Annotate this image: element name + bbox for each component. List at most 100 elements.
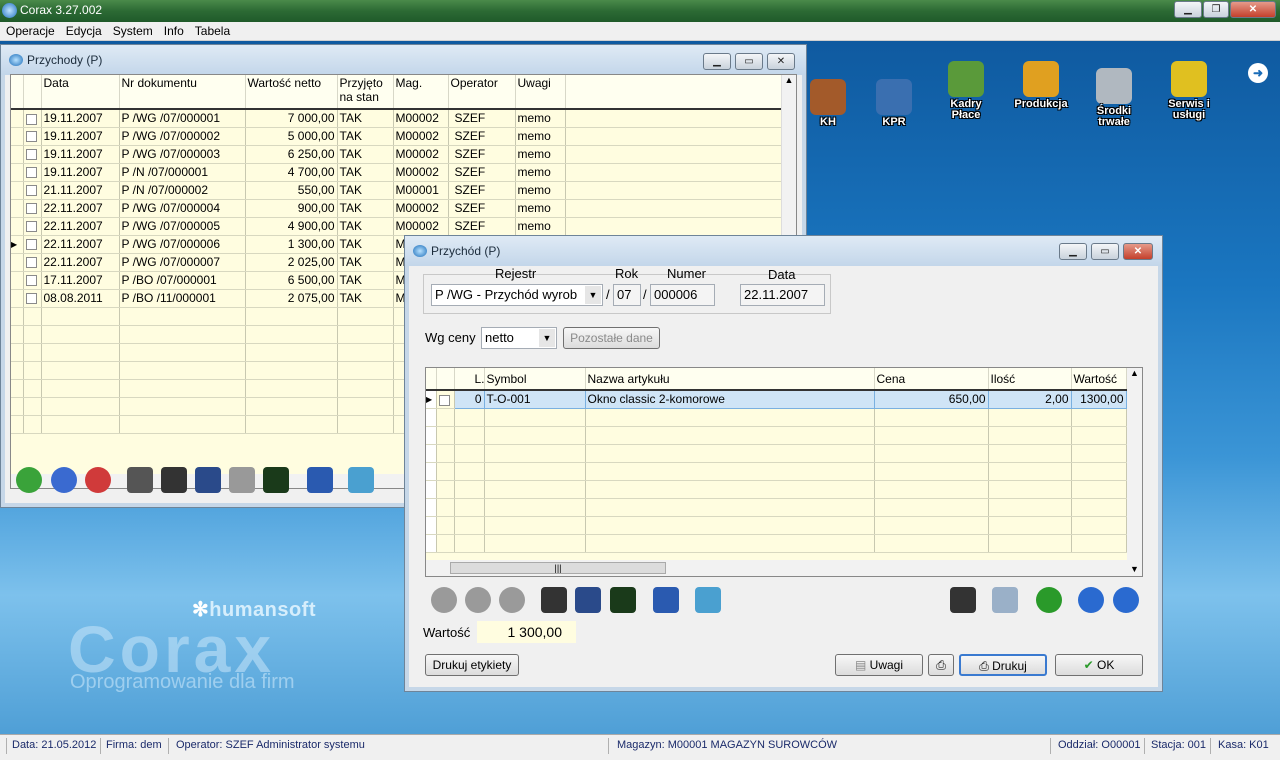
rejestr-select[interactable]: P /WG - Przychód wyrob ▼ <box>431 284 603 306</box>
table-row[interactable]: 19.11.2007 P /N /07/000001 4 700,00 TAK M000… <box>11 163 783 182</box>
table-row[interactable]: 22.11.2007 P /WG /07/000004 900,00 TAK M0000… <box>11 199 783 218</box>
delete-icon[interactable] <box>499 587 525 613</box>
desktop-icon-money-hand[interactable]: Kadry Płace <box>935 61 997 121</box>
column-header[interactable]: Przyjęto na stan <box>337 75 394 109</box>
close-button[interactable]: ✕ <box>1123 243 1153 260</box>
wg-ceny-select[interactable]: netto ▼ <box>481 327 557 349</box>
desktop-icon-truck[interactable]: Środki trwałe <box>1083 68 1145 128</box>
last-record-icon[interactable] <box>1113 587 1139 613</box>
search-icon[interactable] <box>51 467 77 493</box>
column-header[interactable]: Mag. <box>393 75 449 109</box>
add-icon[interactable] <box>16 467 42 493</box>
row-checkbox[interactable] <box>438 394 450 406</box>
vertical-scrollbar[interactable]: ▲ ▼ <box>1127 368 1142 576</box>
calendar-icon[interactable] <box>195 467 221 493</box>
desktop-icon-drill[interactable]: Serwis i usługi <box>1158 61 1220 121</box>
horizontal-scrollbar[interactable]: ||| <box>426 560 1128 576</box>
table-cell <box>585 462 875 481</box>
wg-ceny-label: Wg ceny <box>425 330 476 345</box>
drukuj-etykiety-button[interactable]: Drukuj etykiety <box>425 654 519 676</box>
printer-icon: ⎙ <box>936 658 946 672</box>
table-cell <box>245 379 338 398</box>
desktop-icon-worker[interactable]: Produkcja <box>1010 61 1072 110</box>
row-checkbox[interactable] <box>25 239 37 251</box>
chart-icon[interactable] <box>348 467 374 493</box>
row-checkbox[interactable] <box>25 257 37 269</box>
chevron-down-icon[interactable]: ▼ <box>539 329 555 347</box>
search-icon[interactable] <box>465 587 491 613</box>
close-button[interactable]: ✕ <box>1230 1 1276 18</box>
menu-info[interactable]: Info <box>158 22 189 38</box>
column-header[interactable]: Data <box>41 75 120 109</box>
row-checkbox[interactable] <box>25 113 37 125</box>
minimize-button[interactable]: ▁ <box>1174 1 1202 18</box>
column-header[interactable]: Operator <box>448 75 516 109</box>
column-header[interactable]: L.p. <box>454 368 485 390</box>
table-row[interactable]: 19.11.2007 P /WG /07/000003 6 250,00 TAK M00… <box>11 145 783 164</box>
rok-field[interactable]: 07 <box>613 284 641 306</box>
row-checkbox[interactable] <box>25 275 37 287</box>
copy-icon[interactable] <box>992 587 1018 613</box>
pozostale-dane-button[interactable]: Pozostałe dane <box>563 327 660 349</box>
table-cell <box>988 408 1072 427</box>
restore-button[interactable]: ❐ <box>1203 1 1229 18</box>
row-checkbox[interactable] <box>25 167 37 179</box>
binoculars-icon[interactable] <box>161 467 187 493</box>
drukuj-button[interactable]: ⎙ Drukuj <box>959 654 1047 676</box>
column-header[interactable]: Uwagi <box>515 75 566 109</box>
filter-icon[interactable] <box>229 467 255 493</box>
delete-icon[interactable] <box>85 467 111 493</box>
row-checkbox[interactable] <box>25 185 37 197</box>
row-checkbox[interactable] <box>25 293 37 305</box>
column-header[interactable]: Wartość <box>1071 368 1127 390</box>
sum-icon[interactable] <box>610 587 636 613</box>
row-checkbox[interactable] <box>25 221 37 233</box>
close-button[interactable]: ✕ <box>767 53 795 70</box>
column-header[interactable]: Cena <box>874 368 989 390</box>
print-icon[interactable] <box>127 467 153 493</box>
ok-button[interactable]: ✔ OK <box>1055 654 1143 676</box>
desktop-icon-ledger-add[interactable]: KPR <box>863 79 925 128</box>
table-cell <box>245 415 338 434</box>
table-row[interactable]: 22.11.2007 P /WG /07/000005 4 900,00 TAK M00… <box>11 217 783 236</box>
save-icon[interactable] <box>950 587 976 613</box>
calendar-icon[interactable] <box>575 587 601 613</box>
column-header[interactable]: Nr dokumentu <box>119 75 246 109</box>
table-cell: SZEF <box>448 163 516 182</box>
settings-icon[interactable] <box>307 467 333 493</box>
table-row[interactable]: ▶ 0 T-O-001 Okno classic 2-komorowe 650,00 2,… <box>426 389 1127 409</box>
minimize-button[interactable]: ▁ <box>1059 243 1087 260</box>
table-row[interactable]: 21.11.2007 P /N /07/000002 550,00 TAK M00001… <box>11 181 783 200</box>
menu-system[interactable]: System <box>107 22 158 38</box>
chevron-down-icon[interactable]: ▼ <box>585 286 601 304</box>
table-row[interactable]: 19.11.2007 P /WG /07/000001 7 000,00 TAK M00… <box>11 109 783 128</box>
arrow-right-icon[interactable]: ➜ <box>1248 63 1268 83</box>
table-cell: P /BO /07/000001 <box>119 271 246 290</box>
maximize-button[interactable]: ▭ <box>735 53 763 70</box>
settings-icon[interactable] <box>653 587 679 613</box>
data-field[interactable]: 22.11.2007 <box>740 284 825 306</box>
maximize-button[interactable]: ▭ <box>1091 243 1119 260</box>
row-checkbox[interactable] <box>25 203 37 215</box>
add-icon[interactable] <box>431 587 457 613</box>
column-header[interactable]: Symbol <box>484 368 586 390</box>
table-cell <box>585 498 875 517</box>
column-header[interactable]: Ilość <box>988 368 1072 390</box>
column-header[interactable]: Nazwa artykułu <box>585 368 875 390</box>
binoculars-icon[interactable] <box>541 587 567 613</box>
menu-tabela[interactable]: Tabela <box>189 22 235 38</box>
numer-field[interactable]: 000006 <box>650 284 715 306</box>
uwagi-button[interactable]: ▤ Uwagi <box>835 654 923 676</box>
minimize-button[interactable]: ▁ <box>703 53 731 70</box>
sum-icon[interactable] <box>263 467 289 493</box>
column-header[interactable]: Wartość netto <box>245 75 338 109</box>
row-checkbox[interactable] <box>25 149 37 161</box>
chart-icon[interactable] <box>695 587 721 613</box>
first-record-icon[interactable] <box>1078 587 1104 613</box>
refresh-icon[interactable] <box>1036 587 1062 613</box>
menu-operacje[interactable]: Operacje <box>0 22 60 38</box>
menu-edycja[interactable]: Edycja <box>60 22 107 38</box>
print-setup-button[interactable]: ⎙ <box>928 654 954 676</box>
table-row[interactable]: 19.11.2007 P /WG /07/000002 5 000,00 TAK M00… <box>11 127 783 146</box>
row-checkbox[interactable] <box>25 131 37 143</box>
